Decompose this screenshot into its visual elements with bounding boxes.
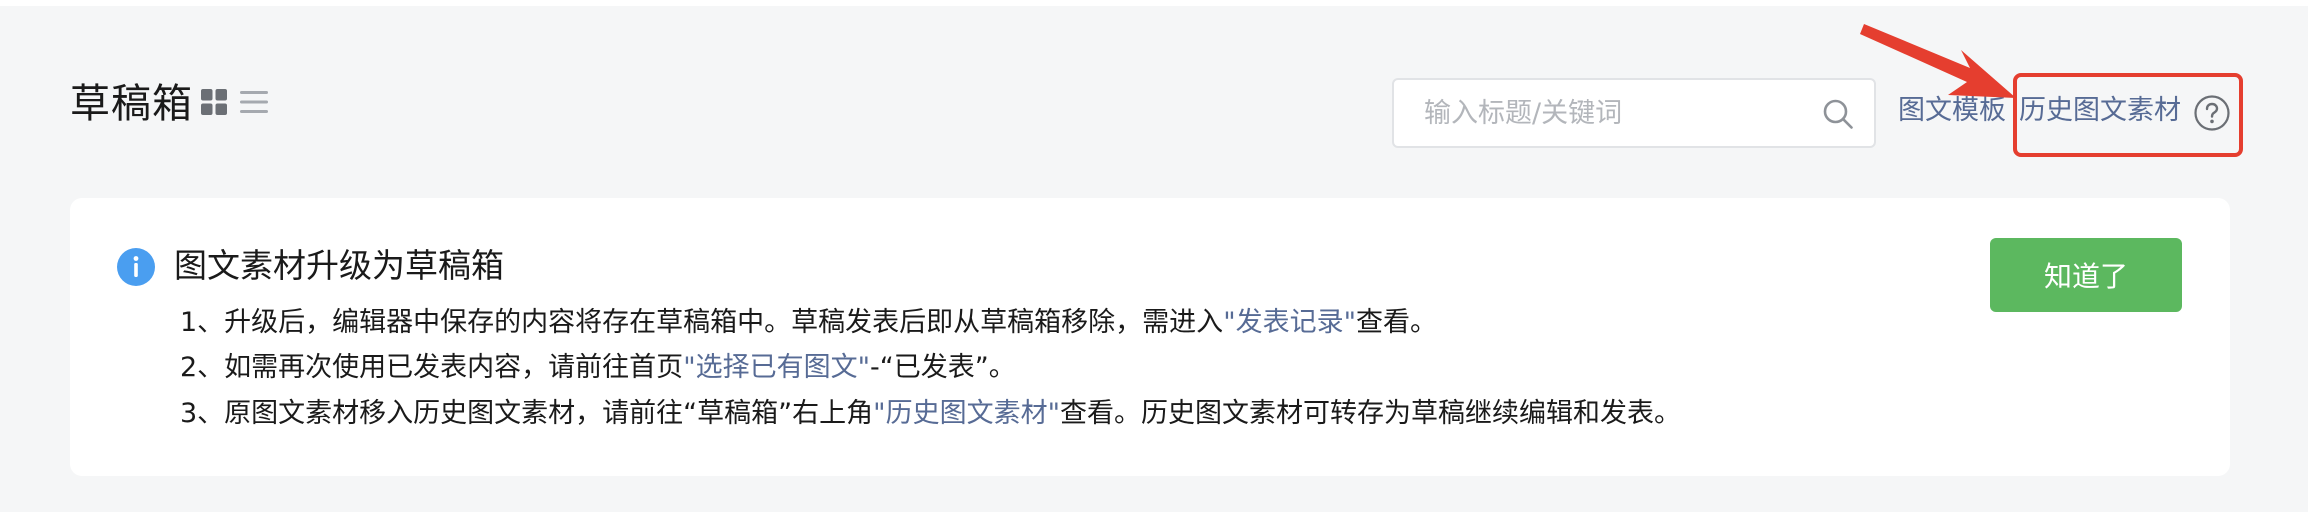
search-box xyxy=(1392,78,1876,148)
publish-records-link[interactable]: "发表记录" xyxy=(1223,307,1356,338)
annotation-arrow-icon xyxy=(1860,24,2016,98)
notice-title: 图文素材升级为草稿箱 xyxy=(174,246,504,285)
history-materials-inline-link[interactable]: "历史图文素材" xyxy=(873,398,1060,429)
grid-view-icon[interactable] xyxy=(201,89,227,115)
notice-line-3-text: 3、原图文素材移入历史图文素材，请前往“草稿箱”右上角 xyxy=(180,398,874,429)
notice-line-2: 2、如需再次使用已发表内容，请前往首页"选择已有图文"-“已发表”。 xyxy=(180,348,1016,388)
select-existing-link[interactable]: "选择已有图文" xyxy=(683,352,870,383)
notice-line-2-tail: -“已发表”。 xyxy=(870,352,1016,383)
list-view-icon[interactable] xyxy=(240,90,268,114)
notice-line-1: 1、升级后，编辑器中保存的内容将存在草稿箱中。草稿发表后即从草稿箱移除，需进入"… xyxy=(180,303,1437,343)
page-title: 草稿箱 xyxy=(70,81,193,127)
search-icon[interactable] xyxy=(1822,98,1854,130)
notice-line-2-text: 2、如需再次使用已发表内容，请前往首页 xyxy=(180,352,684,383)
notice-line-3-tail: 查看。历史图文素材可转存为草稿继续编辑和发表。 xyxy=(1060,398,1681,429)
annotation-highlight-box xyxy=(2013,73,2243,157)
search-input[interactable] xyxy=(1424,80,1804,146)
notice-line-1-tail: 查看。 xyxy=(1356,307,1438,338)
notice-line-1-text: 1、升级后，编辑器中保存的内容将存在草稿箱中。草稿发表后即从草稿箱移除，需进入 xyxy=(180,307,1224,338)
acknowledge-button[interactable]: 知道了 xyxy=(1990,238,2182,312)
notice-line-3: 3、原图文素材移入历史图文素材，请前往“草稿箱”右上角"历史图文素材"查看。历史… xyxy=(180,394,1681,434)
draft-box-page: 草稿箱 图文模板 历史图文素材 图文素材升级为草稿箱 xyxy=(0,6,2308,512)
info-icon xyxy=(117,248,155,286)
upgrade-notice-card: 图文素材升级为草稿箱 1、升级后，编辑器中保存的内容将存在草稿箱中。草稿发表后即… xyxy=(70,198,2230,476)
